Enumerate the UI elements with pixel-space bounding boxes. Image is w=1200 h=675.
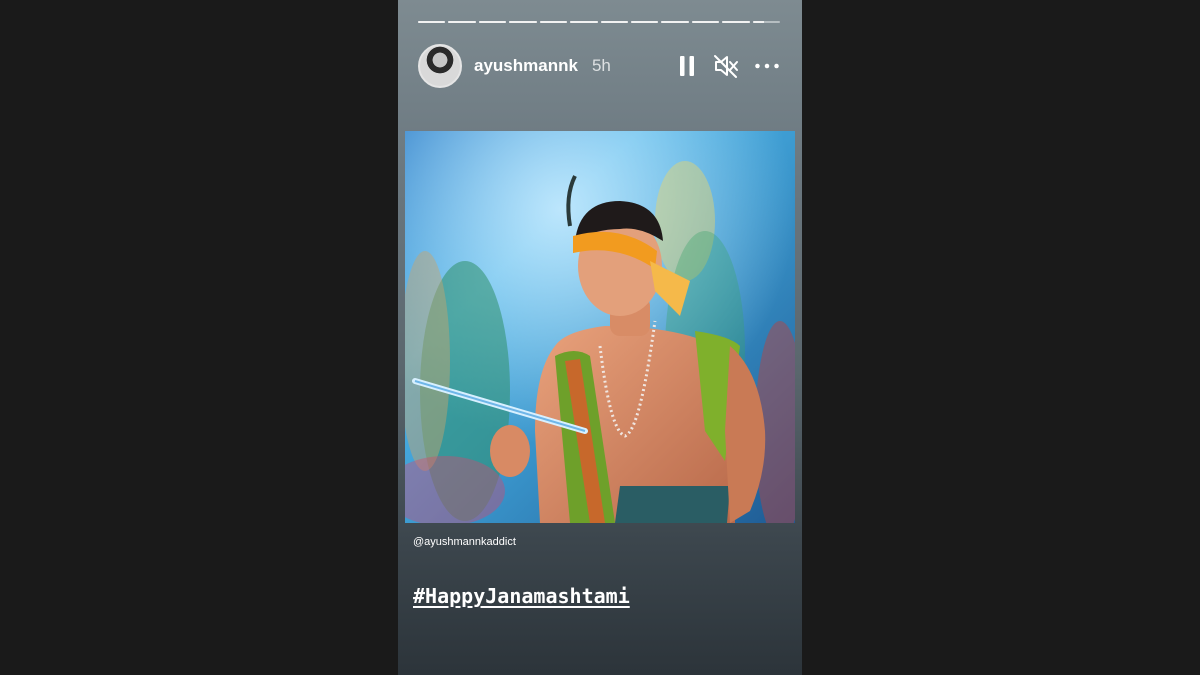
pause-icon[interactable] — [674, 53, 700, 79]
story-header: ayushmannk 5h — [418, 44, 780, 88]
mention-tag[interactable]: @ayushmannkaddict — [413, 536, 516, 548]
progress-segment — [630, 21, 659, 23]
progress-segment — [509, 21, 537, 23]
progress-segment — [752, 21, 781, 23]
post-time: 5h — [591, 56, 611, 75]
progress-segment — [600, 21, 628, 23]
progress-segment — [418, 21, 446, 23]
avatar[interactable] — [418, 44, 462, 88]
progress-segment — [722, 21, 750, 23]
more-icon[interactable] — [754, 53, 780, 79]
story-photo — [405, 131, 795, 523]
progress-segment — [448, 21, 476, 23]
progress-segment — [570, 21, 598, 23]
progress-segment — [661, 21, 689, 23]
mute-icon[interactable] — [714, 53, 740, 79]
progress-segment — [478, 21, 507, 23]
story-controls — [674, 53, 780, 79]
progress-segment — [691, 21, 720, 23]
story-viewer[interactable]: ayushmannk 5h @ayushmannkaddict #HappyJa… — [398, 0, 802, 675]
progress-segment — [539, 21, 568, 23]
username[interactable]: ayushmannk — [474, 56, 578, 76]
story-progress-bar — [418, 21, 781, 24]
hashtag-sticker[interactable]: #HappyJanamashtami — [413, 584, 630, 608]
